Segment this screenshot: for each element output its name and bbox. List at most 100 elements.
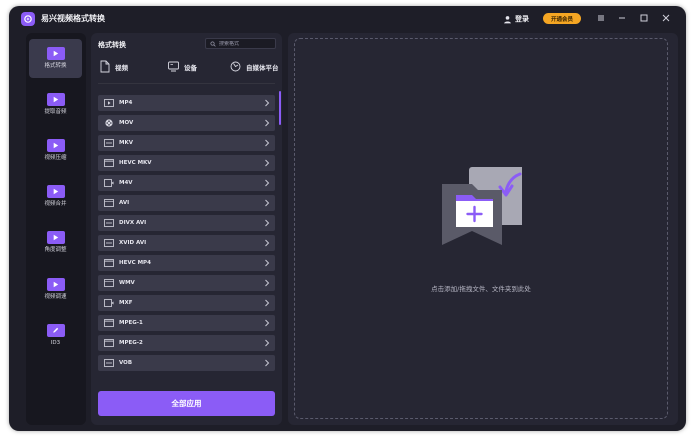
format-name: MXF [119, 300, 133, 306]
sidebar-item-label: 角度调整 [44, 247, 67, 253]
format-item-m4v[interactable]: M4V [98, 175, 275, 191]
mpeg2-icon [104, 339, 114, 347]
user-icon [504, 15, 511, 23]
format-item-mkv[interactable]: MKV [98, 135, 275, 151]
sidebar-item-format-convert[interactable]: 格式转换 [29, 39, 82, 78]
chevron-right-icon [265, 119, 270, 127]
format-name: VOB [119, 360, 133, 366]
wmv-icon [104, 279, 114, 287]
format-item-vob[interactable]: VOB [98, 355, 275, 371]
format-item-avi[interactable]: AVI [98, 195, 275, 211]
menu-button[interactable] [594, 11, 608, 25]
m4v-icon [104, 179, 114, 187]
format-name: WMV [119, 280, 135, 286]
sidebar-item-extract-audio[interactable]: 提取音频 [29, 85, 82, 124]
close-button[interactable] [659, 11, 673, 25]
sidebar-item-merge[interactable]: 视频合并 [29, 177, 82, 216]
menu-icon [598, 15, 604, 21]
format-item-mpeg-2[interactable]: MPEG-2 [98, 335, 275, 351]
extract-audio-icon [46, 93, 65, 106]
format-name: M4V [119, 180, 133, 186]
mxf-icon [104, 299, 114, 307]
search-input[interactable] [219, 40, 274, 47]
close-icon [662, 14, 670, 22]
search-icon [210, 40, 216, 47]
chevron-right-icon [265, 279, 270, 287]
chevron-right-icon [265, 239, 270, 247]
format-item-mov[interactable]: MOV [98, 115, 275, 131]
chevron-right-icon [265, 299, 270, 307]
format-name: AVI [119, 200, 130, 206]
format-item-hevc-mp4[interactable]: HEVC MP4 [98, 255, 275, 271]
format-name: DIVX AVI [119, 220, 147, 226]
add-folder-icon [442, 167, 522, 245]
sidebar-item-compress[interactable]: 视频压缩 [29, 131, 82, 170]
drop-hint: 点击添加/拖拽文件、文件夹到此处 [431, 285, 531, 293]
avi-icon [104, 199, 114, 207]
tab-platform[interactable]: 自媒体平台 [229, 60, 279, 73]
title-bar: 易兴视频格式转换 登录 开通会员 [9, 6, 686, 32]
format-name: MPEG-2 [119, 340, 143, 346]
app-title: 易兴视频格式转换 [41, 14, 105, 23]
drop-zone[interactable]: 点击添加/拖拽文件、文件夹到此处 [294, 38, 668, 419]
format-item-hevc-mkv[interactable]: HEVC MKV [98, 155, 275, 171]
minimize-icon [619, 17, 625, 19]
divx-icon [104, 219, 114, 227]
format-item-divx-avi[interactable]: DIVX AVI [98, 215, 275, 231]
maximize-icon [640, 14, 648, 22]
format-panel: 格式转换 视频 设备 自媒体平台 MP4 MOV [91, 33, 282, 425]
sidebar-item-label: 视频压缩 [44, 155, 67, 161]
search-box[interactable] [205, 38, 276, 49]
format-item-wmv[interactable]: WMV [98, 275, 275, 291]
edit-tag-icon [46, 324, 65, 337]
chevron-right-icon [265, 219, 270, 227]
xvid-icon [104, 239, 114, 247]
sidebar-item-rotate[interactable]: 角度调整 [29, 223, 82, 262]
chevron-right-icon [265, 319, 270, 327]
tab-label: 设备 [184, 63, 197, 72]
sidebar-item-id3[interactable]: ID3 [29, 316, 82, 355]
format-name: MOV [119, 120, 134, 126]
format-item-mpeg-1[interactable]: MPEG-1 [98, 315, 275, 331]
minimize-button[interactable] [615, 11, 629, 25]
mov-reel-icon [104, 119, 114, 127]
tab-video[interactable]: 视频 [98, 60, 128, 73]
tab-label: 自媒体平台 [246, 63, 279, 72]
tab-label: 视频 [115, 63, 128, 72]
chevron-right-icon [265, 179, 270, 187]
hevc-mkv-icon [104, 159, 114, 167]
sidebar-item-label: ID3 [50, 340, 61, 346]
vob-icon [104, 359, 114, 367]
speed-icon [46, 278, 65, 291]
format-item-xvid-avi[interactable]: XVID AVI [98, 235, 275, 251]
app-window: 易兴视频格式转换 登录 开通会员 格式转换 提取音频 视频压缩 视频合并 角度调… [9, 6, 686, 431]
format-item-mp4[interactable]: MP4 [98, 95, 275, 111]
video-convert-icon [46, 47, 65, 60]
scrollbar[interactable] [279, 91, 281, 125]
maximize-button[interactable] [637, 11, 651, 25]
sidebar-item-label: 提取音频 [44, 109, 67, 115]
login-label: 登录 [515, 15, 529, 23]
chevron-right-icon [265, 339, 270, 347]
divider [98, 83, 275, 84]
hevc-mp4-icon [104, 259, 114, 267]
tab-device[interactable]: 设备 [167, 60, 197, 73]
chevron-right-icon [265, 99, 270, 107]
sidebar-item-label: 视频合并 [44, 201, 67, 207]
chevron-right-icon [265, 359, 270, 367]
mp4-icon [104, 99, 114, 107]
compress-icon [46, 139, 65, 152]
panel-title: 格式转换 [98, 41, 126, 49]
merge-icon [46, 185, 65, 198]
format-name: MKV [119, 140, 133, 146]
apply-all-button[interactable]: 全部应用 [98, 391, 275, 416]
login-button[interactable]: 登录 [503, 12, 529, 26]
sidebar-item-speed[interactable]: 视频调速 [29, 270, 82, 309]
format-name: HEVC MP4 [119, 260, 151, 266]
format-item-mxf[interactable]: MXF [98, 295, 275, 311]
file-drop-panel: 点击添加/拖拽文件、文件夹到此处 [288, 33, 678, 425]
format-name: MP4 [119, 100, 133, 106]
chevron-right-icon [265, 139, 270, 147]
vip-button[interactable]: 开通会员 [543, 13, 581, 24]
format-list: MP4 MOV MKV HEVC MKV M4V AVI DIVX AVI XV… [98, 95, 275, 375]
